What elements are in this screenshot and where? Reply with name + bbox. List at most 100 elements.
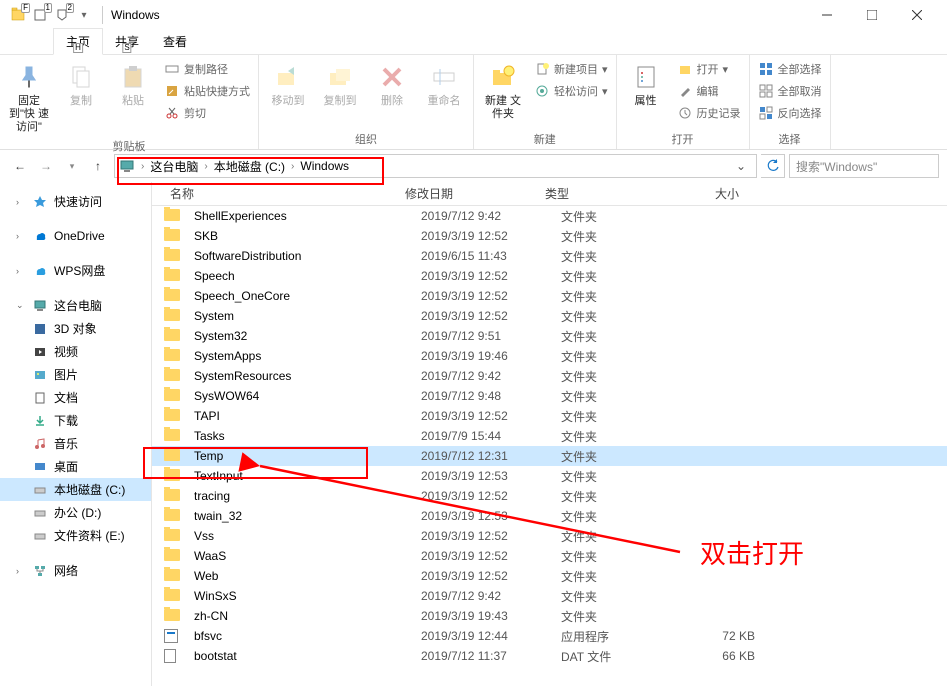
ribbon-tabs: 主页H 共享S 查看 [0,30,947,55]
search-input[interactable]: 搜索"Windows" [789,154,939,178]
file-row[interactable]: TextInput2019/3/19 12:53文件夹 [152,466,947,486]
sidebar-item-pictures[interactable]: 图片 [0,363,151,386]
file-row[interactable]: twain_322019/3/19 12:53文件夹 [152,506,947,526]
file-row[interactable]: WaaS2019/3/19 12:52文件夹 [152,546,947,566]
open-button[interactable]: 打开 ▾ [675,59,743,79]
file-date: 2019/3/19 12:52 [413,309,553,323]
column-size[interactable]: 大小 [647,185,747,202]
file-row[interactable]: zh-CN2019/3/19 19:43文件夹 [152,606,947,626]
delete-button[interactable]: 删除 [369,59,415,110]
tab-share[interactable]: 共享S [103,29,151,54]
maximize-button[interactable] [849,0,894,30]
download-icon [32,413,48,429]
sidebar-item-this-pc[interactable]: ⌄这台电脑 [0,294,151,317]
nav-up-button[interactable]: ↑ [86,154,110,178]
pin-to-quick-access-button[interactable]: 固定到"快 速访问" [6,59,52,136]
sidebar-item-onedrive[interactable]: ›OneDrive [0,225,151,247]
copy-path-button[interactable]: 复制路径 [162,59,252,79]
easy-access-button[interactable]: 轻松访问 ▾ [532,81,610,101]
chevron-right-icon[interactable]: › [291,161,294,172]
copy-button[interactable]: 复制 [58,59,104,110]
file-row[interactable]: Speech_OneCore2019/3/19 12:52文件夹 [152,286,947,306]
chevron-right-icon[interactable]: › [141,161,144,172]
file-date: 2019/3/19 12:52 [413,489,553,503]
sidebar-item-drive-c[interactable]: 本地磁盘 (C:) [0,478,151,501]
new-item-button[interactable]: 新建项目 ▾ [532,59,610,79]
sidebar-item-drive-e[interactable]: 文件资料 (E:) [0,524,151,547]
document-icon [32,390,48,406]
breadcrumb-dropdown[interactable]: ⌄ [730,159,752,173]
file-row[interactable]: Speech2019/3/19 12:52文件夹 [152,266,947,286]
crumb-this-pc[interactable]: 这台电脑 [146,158,202,175]
folder-icon [164,569,180,581]
nav-forward-button[interactable]: → [34,154,58,178]
file-row[interactable]: bootstat2019/7/12 11:37DAT 文件66 KB [152,646,947,666]
file-row[interactable]: SystemResources2019/7/12 9:42文件夹 [152,366,947,386]
tab-home[interactable]: 主页H [53,28,103,55]
sidebar-item-wps[interactable]: ›WPS网盘 [0,259,151,282]
file-row[interactable]: ShellExperiences2019/7/12 9:42文件夹 [152,206,947,226]
sidebar-item-drive-d[interactable]: 办公 (D:) [0,501,151,524]
qat-btn-2[interactable]: 2 [52,5,72,25]
file-row[interactable]: Web2019/3/19 12:52文件夹 [152,566,947,586]
file-row[interactable]: tracing2019/3/19 12:52文件夹 [152,486,947,506]
new-folder-button[interactable]: 新建 文件夹 [480,59,526,123]
qat-dropdown[interactable]: ▾ [74,5,94,25]
file-row[interactable]: System322019/7/12 9:51文件夹 [152,326,947,346]
qat-btn-1[interactable]: 1 [30,5,50,25]
file-row[interactable]: Tasks2019/7/9 15:44文件夹 [152,426,947,446]
column-type[interactable]: 类型 [537,185,647,202]
folder-icon [164,469,180,481]
sidebar-item-music[interactable]: 音乐 [0,432,151,455]
close-button[interactable] [894,0,939,30]
file-row[interactable]: System2019/3/19 12:52文件夹 [152,306,947,326]
chevron-right-icon[interactable]: › [204,161,207,172]
tab-view[interactable]: 查看 [151,29,199,54]
file-row[interactable]: SysWOW642019/7/12 9:48文件夹 [152,386,947,406]
history-button[interactable]: 历史记录 [675,103,743,123]
file-date: 2019/7/9 15:44 [413,429,553,443]
select-none-button[interactable]: 全部取消 [756,81,824,101]
crumb-drive-c[interactable]: 本地磁盘 (C:) [210,158,289,175]
nav-recent-button[interactable]: ▾ [60,154,84,178]
move-to-button[interactable]: 移动到 [265,59,311,110]
column-date[interactable]: 修改日期 [397,185,537,202]
sidebar-item-network[interactable]: ›网络 [0,559,151,582]
paste-button[interactable]: 粘贴 [110,59,156,110]
edit-button[interactable]: 编辑 [675,81,743,101]
history-icon [677,105,693,121]
file-row[interactable]: TAPI2019/3/19 12:52文件夹 [152,406,947,426]
file-name: Vss [186,529,413,543]
paste-shortcut-button[interactable]: 粘贴快捷方式 [162,81,252,101]
file-row[interactable]: Vss2019/3/19 12:52文件夹 [152,526,947,546]
sidebar-item-quick-access[interactable]: ›快速访问 [0,190,151,213]
file-row[interactable]: bfsvc2019/3/19 12:44应用程序72 KB [152,626,947,646]
sidebar-item-downloads[interactable]: 下载 [0,409,151,432]
properties-button[interactable]: 属性 [623,59,669,110]
refresh-button[interactable] [761,154,785,178]
file-row[interactable]: SoftwareDistribution2019/6/15 11:43文件夹 [152,246,947,266]
sidebar-item-documents[interactable]: 文档 [0,386,151,409]
column-name[interactable]: 名称 [152,185,397,202]
file-row[interactable]: WinSxS2019/7/12 9:42文件夹 [152,586,947,606]
qat-file-icon[interactable]: F [8,5,28,25]
file-row[interactable]: SKB2019/3/19 12:52文件夹 [152,226,947,246]
cut-button[interactable]: 剪切 [162,103,252,123]
folder-icon [164,369,180,381]
breadcrumb[interactable]: › 这台电脑 › 本地磁盘 (C:) › Windows ⌄ [114,154,757,178]
copy-to-button[interactable]: 复制到 [317,59,363,110]
minimize-button[interactable] [804,0,849,30]
folder-icon [164,509,180,521]
select-all-button[interactable]: 全部选择 [756,59,824,79]
select-all-icon [758,61,774,77]
file-row[interactable]: Temp2019/7/12 12:31文件夹 [152,446,947,466]
nav-back-button[interactable]: ← [8,154,32,178]
sidebar-item-videos[interactable]: 视频 [0,340,151,363]
sidebar-item-desktop[interactable]: 桌面 [0,455,151,478]
crumb-windows[interactable]: Windows [296,159,353,173]
drive-icon [32,482,48,498]
invert-selection-button[interactable]: 反向选择 [756,103,824,123]
file-row[interactable]: SystemApps2019/3/19 19:46文件夹 [152,346,947,366]
sidebar-item-3d[interactable]: 3D 对象 [0,317,151,340]
rename-button[interactable]: 重命名 [421,59,467,110]
